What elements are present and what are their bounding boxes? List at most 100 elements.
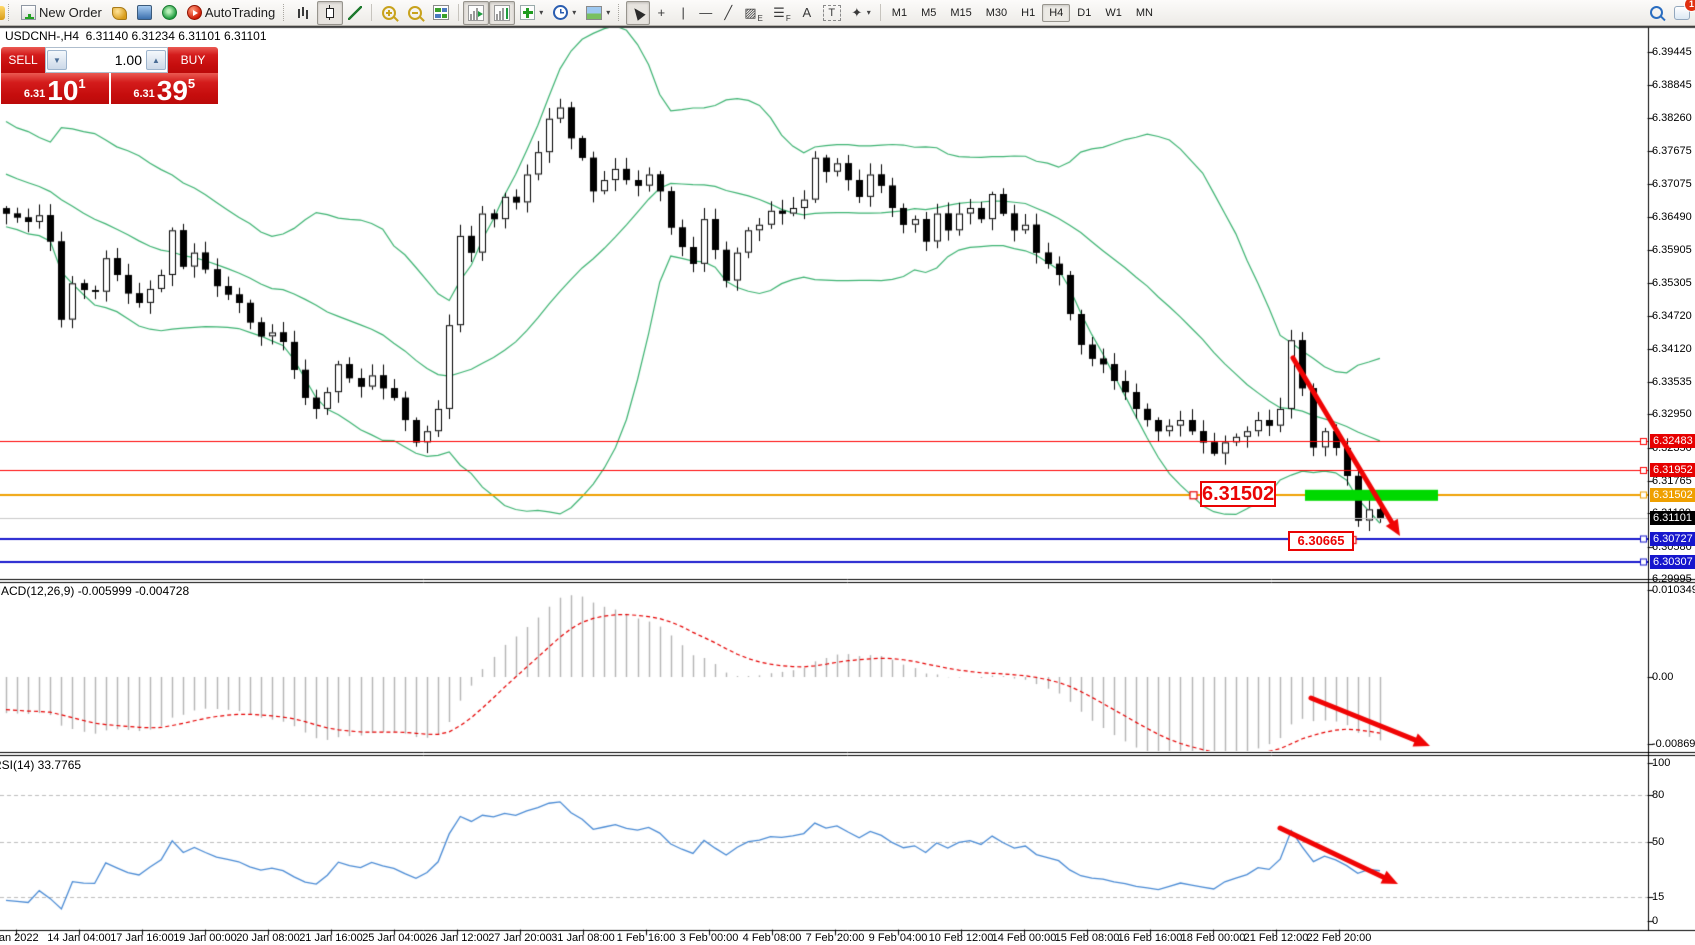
- text-label-tool-icon: T: [823, 5, 841, 21]
- signals-button[interactable]: [157, 1, 182, 25]
- new-order-label: New Order: [39, 5, 102, 20]
- periods-button[interactable]: ▾: [548, 1, 581, 25]
- buy-price-display[interactable]: 6.31 39 5: [111, 73, 219, 104]
- fibonacci-tool-letter: F: [786, 14, 791, 23]
- indicators-list-icon: [520, 5, 535, 20]
- timeframe-d1[interactable]: D1: [1070, 4, 1098, 22]
- deposit-button[interactable]: [107, 1, 132, 25]
- timeframe-m5[interactable]: M5: [914, 4, 943, 22]
- signals-icon: [162, 5, 177, 20]
- vertical-line-tool-button[interactable]: |: [672, 1, 694, 25]
- buy-price-pip: 5: [188, 76, 195, 91]
- cursor-tool-icon: [631, 5, 646, 21]
- sell-price-pip: 1: [78, 76, 85, 91]
- cursor-tool-button[interactable]: [626, 1, 650, 25]
- trendline-tool-button[interactable]: ╱: [717, 1, 739, 25]
- timeframe-m30[interactable]: M30: [979, 4, 1014, 22]
- auto-scroll-button[interactable]: [463, 1, 489, 25]
- sell-price-big: 10: [47, 79, 78, 103]
- channel-tool-button[interactable]: ▨E: [739, 1, 768, 25]
- new-order-button[interactable]: New Order: [16, 1, 107, 25]
- vertical-line-tool-icon: |: [677, 6, 689, 20]
- autotrading-icon: [187, 5, 202, 20]
- bar-chart-mode-button[interactable]: [291, 1, 317, 25]
- zoom-in-button[interactable]: [376, 1, 402, 25]
- buy-button[interactable]: BUY: [168, 47, 218, 73]
- toolbar-separator: [371, 4, 372, 21]
- bar-chart-mode-icon: [296, 5, 312, 21]
- toolbar: New OrderAutoTrading▾▾▾+|—╱▨E☰FAT✦▾M1M5M…: [0, 0, 1695, 26]
- volume-increase-button[interactable]: ▲: [146, 50, 166, 70]
- toolbar-separator: [880, 4, 881, 21]
- notifications-button[interactable]: 1: [1669, 1, 1695, 25]
- low-price-annotation[interactable]: 6.30665: [1288, 531, 1354, 551]
- chart-canvas[interactable]: [0, 26, 1695, 945]
- crosshair-tool-icon: +: [655, 6, 667, 20]
- timeframe-w1[interactable]: W1: [1098, 4, 1129, 22]
- line-chart-mode-icon: [348, 6, 362, 20]
- chart-shift-icon: [494, 5, 510, 21]
- toolbar-grip: [8, 4, 12, 21]
- application-window: New OrderAutoTrading▾▾▾+|—╱▨E☰FAT✦▾M1M5M…: [0, 0, 1695, 945]
- fibonacci-tool-button[interactable]: ☰F: [768, 1, 796, 25]
- sell-price-prefix: 6.31: [24, 88, 45, 100]
- zoom-in-icon: [382, 6, 396, 20]
- chevron-down-icon: ▾: [539, 8, 543, 17]
- chevron-down-icon: ▾: [606, 8, 610, 17]
- fibonacci-tool-icon: ☰: [773, 6, 785, 20]
- volume-spinner: ▼ ▲: [45, 47, 168, 73]
- crosshair-tool-button[interactable]: +: [650, 1, 672, 25]
- strategy-tester-button[interactable]: [132, 1, 157, 25]
- timeframe-h4[interactable]: H4: [1042, 4, 1070, 22]
- tile-windows-icon: [433, 5, 449, 20]
- new-order-icon: [21, 5, 36, 20]
- toolbar-grip: [283, 4, 287, 21]
- buy-price-prefix: 6.31: [133, 88, 154, 100]
- text-tool-icon: A: [801, 6, 813, 20]
- arrows-tool-button[interactable]: ✦▾: [846, 1, 876, 25]
- volume-input[interactable]: [68, 51, 145, 69]
- trendline-tool-icon: ╱: [722, 6, 734, 20]
- search-icon: [1650, 6, 1663, 19]
- chart-shift-button[interactable]: [489, 1, 515, 25]
- templates-button[interactable]: ▾: [581, 1, 615, 25]
- one-click-trading-panel: SELL ▼ ▲ BUY 6.31 10 1 6.31 39 5: [1, 47, 218, 104]
- clipped-icon: [0, 6, 5, 20]
- chevron-down-icon: ▾: [572, 8, 576, 17]
- channel-tool-icon: ▨: [744, 6, 756, 20]
- sell-button[interactable]: SELL: [1, 47, 45, 73]
- buy-price-big: 39: [157, 79, 188, 103]
- tile-windows-button[interactable]: [428, 1, 454, 25]
- toolbar-grip: [618, 4, 622, 21]
- notification-badge: 1: [1684, 0, 1695, 12]
- timeframe-mn[interactable]: MN: [1129, 4, 1160, 22]
- candlestick-mode-button[interactable]: [317, 1, 343, 25]
- strategy-tester-icon: [137, 5, 152, 20]
- line-chart-mode-button[interactable]: [343, 1, 367, 25]
- indicators-list-button[interactable]: ▾: [515, 1, 548, 25]
- zoom-out-icon: [408, 6, 422, 20]
- horizontal-line-tool-button[interactable]: —: [694, 1, 717, 25]
- text-label-tool-button[interactable]: T: [818, 1, 846, 25]
- timeframe-m1[interactable]: M1: [885, 4, 914, 22]
- autotrading-label: AutoTrading: [205, 5, 275, 20]
- volume-decrease-button[interactable]: ▼: [47, 50, 67, 70]
- arrows-tool-icon: ✦: [851, 6, 863, 20]
- support-price-annotation[interactable]: 6.31502: [1200, 481, 1276, 507]
- timeframe-m15[interactable]: M15: [943, 4, 978, 22]
- search-button[interactable]: [1644, 1, 1669, 25]
- text-tool-button[interactable]: A: [796, 1, 818, 25]
- templates-icon: [586, 6, 602, 20]
- horizontal-line-tool-icon: —: [699, 6, 712, 20]
- periods-icon: [553, 5, 568, 20]
- deposit-icon: [112, 7, 127, 20]
- chevron-down-icon: ▾: [867, 8, 871, 17]
- auto-scroll-icon: [468, 5, 484, 21]
- sell-price-display[interactable]: 6.31 10 1: [1, 73, 109, 104]
- timeframe-h1[interactable]: H1: [1014, 4, 1042, 22]
- zoom-out-button[interactable]: [402, 1, 428, 25]
- channel-tool-letter: E: [758, 14, 763, 23]
- toolbar-separator: [458, 4, 459, 21]
- autotrading-button[interactable]: AutoTrading: [182, 1, 280, 25]
- candlestick-mode-icon: [322, 5, 338, 21]
